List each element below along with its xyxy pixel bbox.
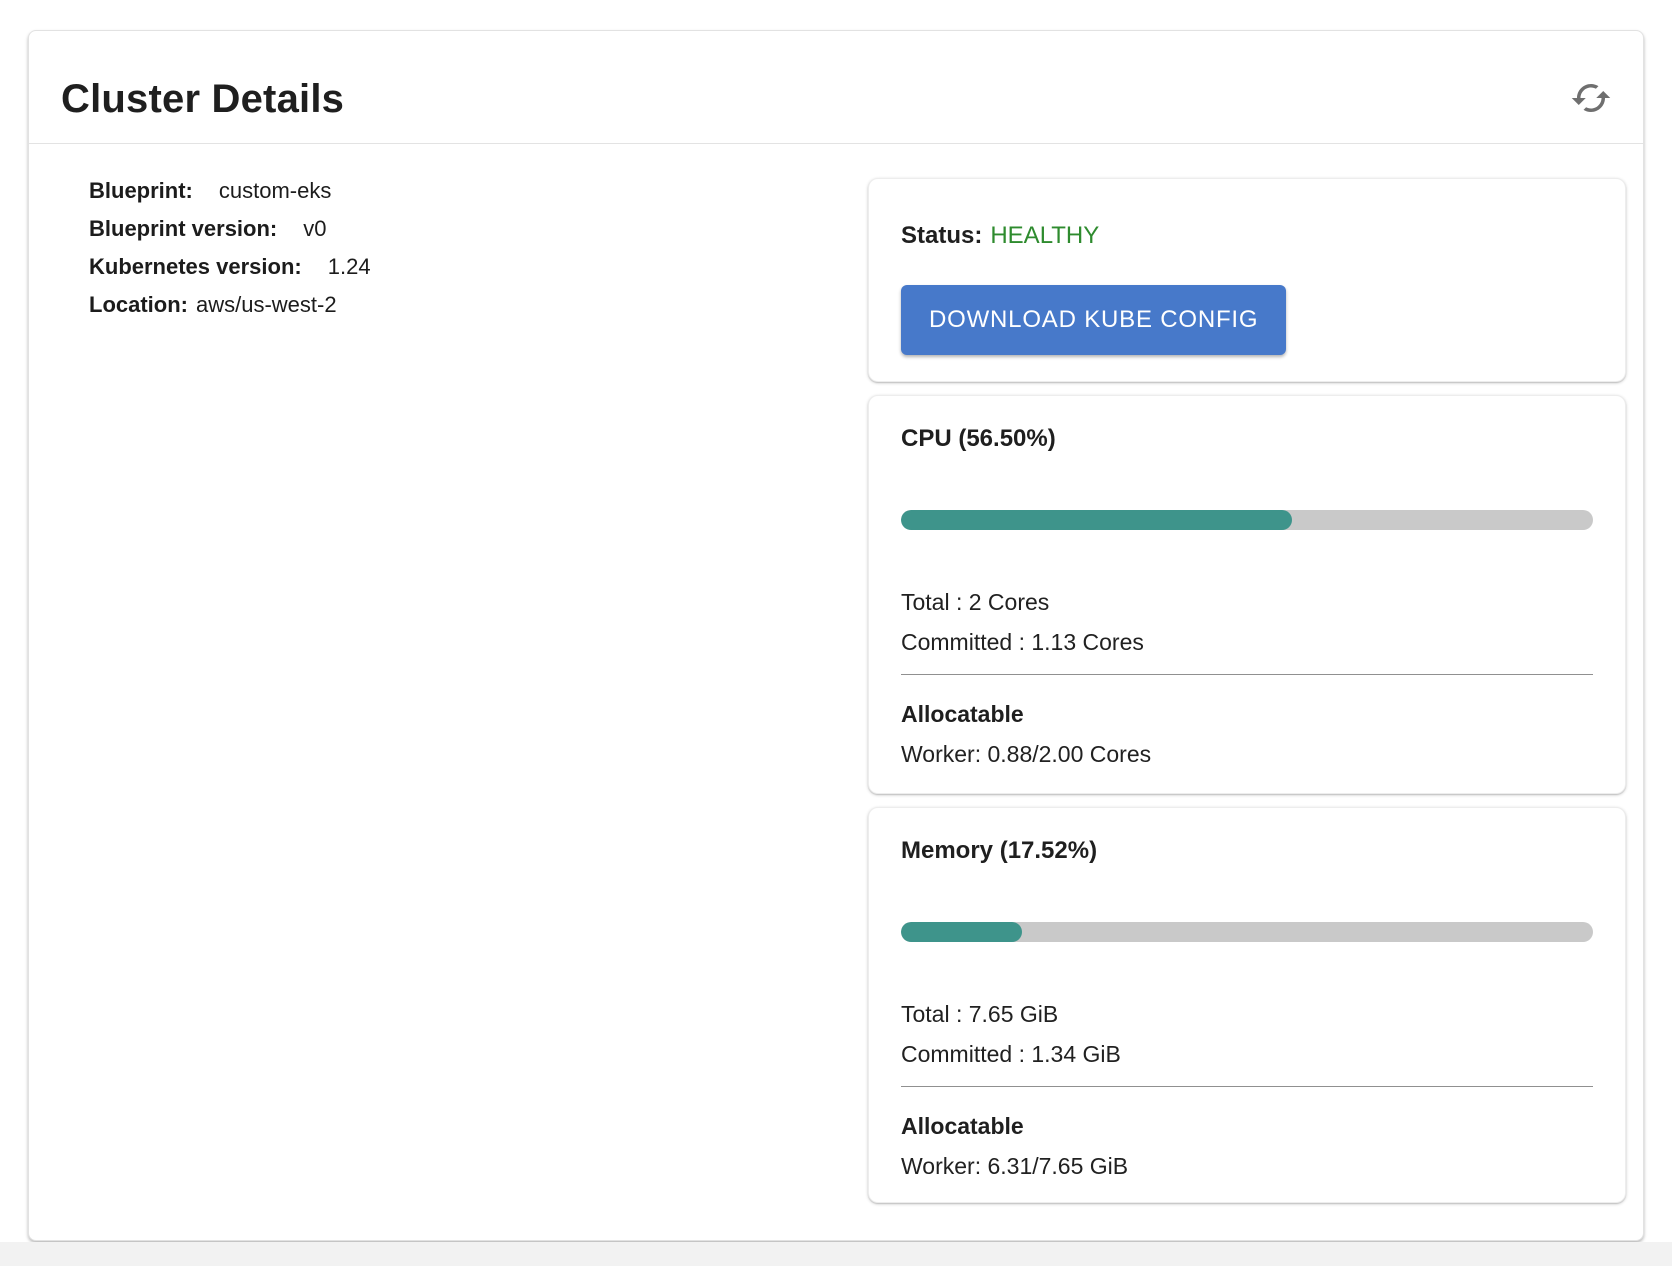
memory-worker-allocatable: Worker: 6.31/7.65 GiB	[901, 1146, 1593, 1186]
detail-value: custom-eks	[219, 178, 331, 203]
cpu-card: CPU (56.50%) Total : 2 Cores Committed :…	[868, 395, 1626, 794]
cpu-progress-fill	[901, 510, 1292, 530]
status-label: Status:	[901, 222, 982, 249]
panel-header: Cluster Details	[29, 31, 1643, 144]
status-line: Status: HEALTHY	[901, 221, 1593, 251]
cpu-worker-allocatable: Worker: 0.88/2.00 Cores	[901, 734, 1593, 774]
detail-label: Blueprint version:	[89, 216, 277, 241]
cpu-title: CPU (56.50%)	[901, 424, 1593, 454]
cluster-details-panel: Cluster Details Blueprint: custom-eks Blu…	[28, 30, 1644, 1241]
cpu-progress-bar	[901, 510, 1593, 530]
refresh-icon	[1570, 77, 1612, 119]
detail-value: v0	[303, 216, 326, 241]
memory-allocatable-heading: Allocatable	[901, 1106, 1593, 1146]
cpu-committed: Committed : 1.13 Cores	[901, 622, 1593, 662]
detail-row-kubernetes-version: Kubernetes version: 1.24	[89, 248, 371, 286]
memory-card: Memory (17.52%) Total : 7.65 GiB Committ…	[868, 807, 1626, 1203]
detail-label: Blueprint:	[89, 178, 193, 203]
download-kube-config-button[interactable]: DOWNLOAD KUBE CONFIG	[901, 285, 1286, 355]
memory-progress-fill	[901, 922, 1022, 942]
refresh-button[interactable]	[1569, 76, 1613, 120]
detail-row-blueprint-version: Blueprint version: v0	[89, 210, 371, 248]
detail-label: Location:	[89, 292, 188, 317]
divider	[901, 674, 1593, 675]
memory-title: Memory (17.52%)	[901, 836, 1593, 866]
page-background-strip	[0, 1242, 1672, 1266]
detail-value: aws/us-west-2	[196, 292, 337, 317]
memory-committed: Committed : 1.34 GiB	[901, 1034, 1593, 1074]
cpu-allocatable-heading: Allocatable	[901, 694, 1593, 734]
detail-row-blueprint: Blueprint: custom-eks	[89, 172, 371, 210]
cluster-info-list: Blueprint: custom-eks Blueprint version: v…	[89, 172, 371, 324]
detail-row-location: Location: aws/us-west-2	[89, 286, 371, 324]
divider	[901, 1086, 1593, 1087]
memory-progress-bar	[901, 922, 1593, 942]
detail-value: 1.24	[328, 254, 371, 279]
memory-metrics: Total : 7.65 GiB Committed : 1.34 GiB Al…	[901, 994, 1593, 1186]
status-card: Status: HEALTHY DOWNLOAD KUBE CONFIG	[868, 178, 1626, 382]
cpu-total: Total : 2 Cores	[901, 582, 1593, 622]
cpu-metrics: Total : 2 Cores Committed : 1.13 Cores A…	[901, 582, 1593, 774]
memory-total: Total : 7.65 GiB	[901, 994, 1593, 1034]
status-badge: HEALTHY	[990, 222, 1099, 249]
detail-label: Kubernetes version:	[89, 254, 302, 279]
page-title: Cluster Details	[61, 77, 344, 121]
